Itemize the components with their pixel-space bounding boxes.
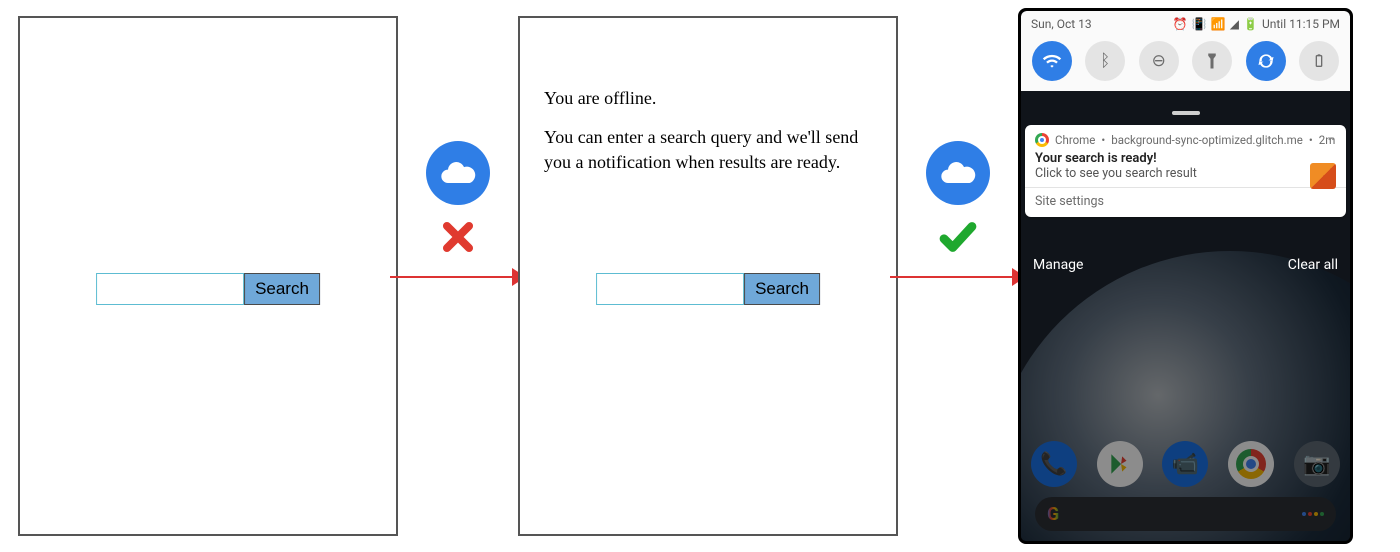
qs-wifi-icon[interactable] [1032,41,1072,81]
arrow-line [890,276,1026,278]
search-row: Search [596,273,820,305]
status-right: ⏰ 📳 📶 ◢ 🔋 Until 11:15 PM [1173,17,1340,31]
transition-offline [398,16,518,536]
chevron-up-icon[interactable]: ⌃ [1326,135,1336,149]
search-button[interactable]: Search [244,273,320,305]
assistant-icon[interactable] [1302,512,1324,516]
status-date: Sun, Oct 13 [1031,17,1092,31]
arrow-line [390,276,526,278]
notification-header: Chrome • background-sync-optimized.glitc… [1035,133,1336,147]
site-badge-icon [1310,163,1336,189]
qs-bluetooth-icon[interactable]: ᛒ [1085,41,1125,81]
check-icon [937,216,979,258]
search-input[interactable] [96,273,244,305]
wifi-icon: 📶 [1211,17,1226,31]
cross-icon [437,216,479,258]
cloud-icon [926,141,990,205]
cloud-icon [426,141,490,205]
clear-all-button[interactable]: Clear all [1288,257,1338,273]
dock-camera-icon[interactable]: 📷 [1294,441,1340,487]
signal-icon: ◢ [1230,17,1239,31]
shade-handle[interactable] [1172,111,1200,115]
status-bar: Sun, Oct 13 ⏰ 📳 📶 ◢ 🔋 Until 11:15 PM [1021,11,1350,35]
google-logo-icon: G [1047,504,1059,525]
search-button[interactable]: Search [744,273,820,305]
qs-battery-saver-icon[interactable] [1299,41,1339,81]
search-row: Search [96,273,320,305]
qs-flashlight-icon[interactable] [1192,41,1232,81]
divider [1025,187,1346,188]
panel-offline: You are offline. You can enter a search … [518,16,898,536]
panel-initial: Search [18,16,398,536]
notification-card[interactable]: Chrome • background-sync-optimized.glitc… [1025,125,1346,217]
alarm-icon: ⏰ [1173,17,1188,31]
transition-online [898,16,1018,536]
notification-body: Click to see you search result [1035,166,1336,181]
dock-chrome-icon[interactable] [1228,441,1274,487]
vibrate-icon: 📳 [1192,17,1207,31]
notification-source: background-sync-optimized.glitch.me [1111,133,1303,147]
qs-dnd-icon[interactable]: ⊖ [1139,41,1179,81]
notification-footer: Manage Clear all [1033,257,1338,273]
search-pill[interactable]: G [1035,497,1336,531]
search-input[interactable] [596,273,744,305]
notification-action-site-settings[interactable]: Site settings [1035,194,1336,209]
dock: 📞 📹 📷 [1021,441,1350,487]
quick-settings-row: ᛒ ⊖ [1021,35,1350,91]
offline-body: You can enter a search query and we'll s… [544,125,872,175]
battery-icon: 🔋 [1243,17,1258,31]
panel-phone: Sun, Oct 13 ⏰ 📳 📶 ◢ 🔋 Until 11:15 PM ᛒ ⊖… [1018,8,1353,544]
manage-button[interactable]: Manage [1033,257,1083,273]
status-right-text: Until 11:15 PM [1262,17,1340,31]
notification-title: Your search is ready! [1035,151,1336,166]
dock-duo-icon[interactable]: 📹 [1162,441,1208,487]
notification-shade: Sun, Oct 13 ⏰ 📳 📶 ◢ 🔋 Until 11:15 PM ᛒ ⊖ [1021,11,1350,91]
offline-heading: You are offline. [544,86,872,111]
dock-play-icon[interactable] [1097,441,1143,487]
offline-message: You are offline. You can enter a search … [544,86,872,190]
dock-phone-icon[interactable]: 📞 [1031,441,1077,487]
chrome-icon [1035,133,1049,147]
notification-app: Chrome [1055,133,1095,147]
qs-autorotate-icon[interactable] [1246,41,1286,81]
